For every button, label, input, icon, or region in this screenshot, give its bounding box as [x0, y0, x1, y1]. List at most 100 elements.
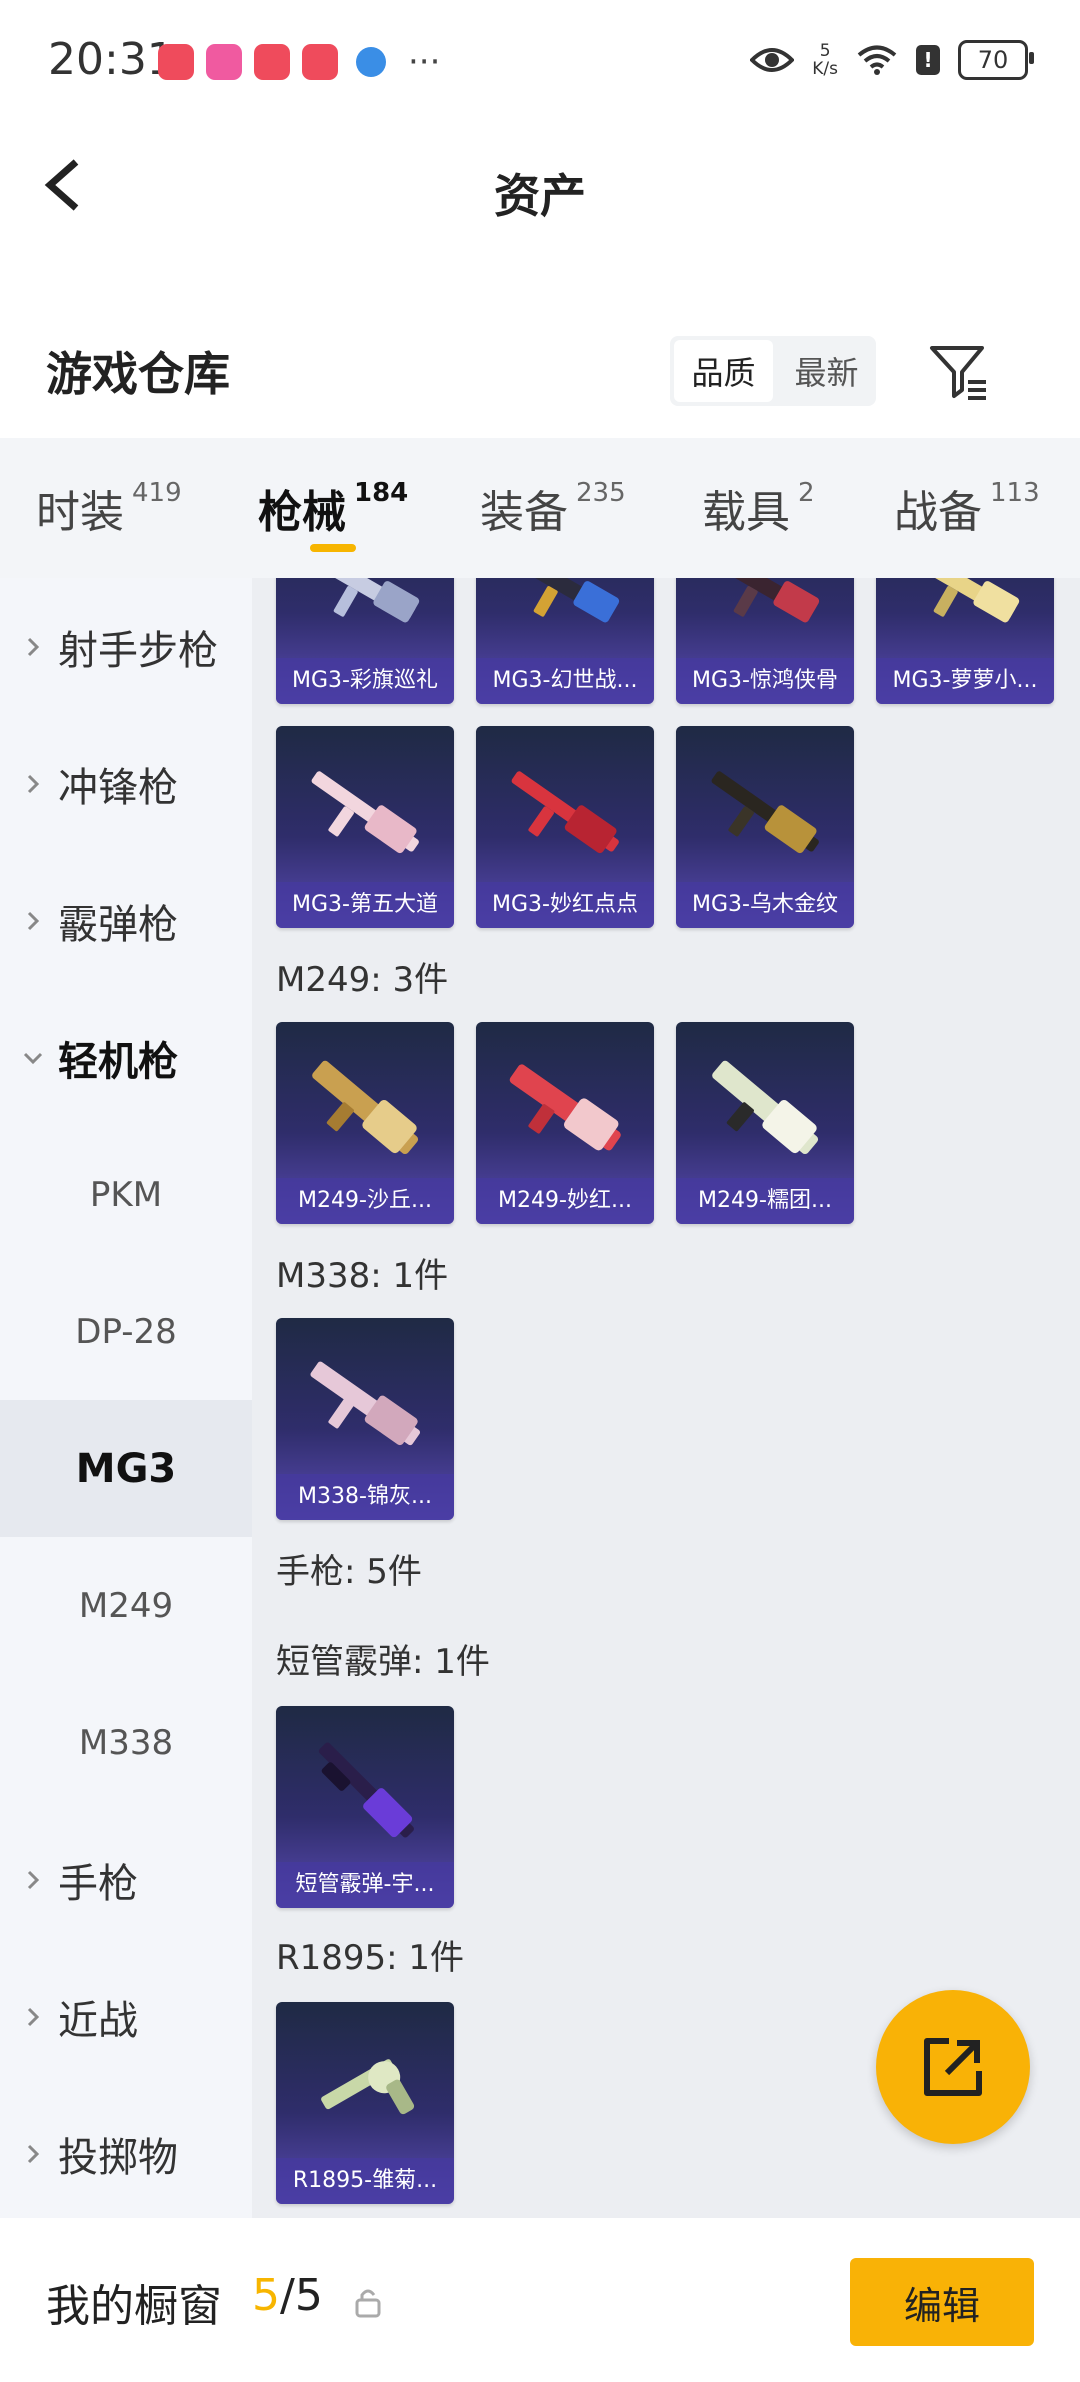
- item-caption: MG3-幻世战...: [476, 658, 654, 704]
- sidebar-item-label: 霰弹枪: [58, 901, 178, 948]
- category-tabs: 时装 419 枪械 184 装备 235 载具 2 战备 113: [0, 438, 1080, 578]
- nav-bar: 资产: [0, 120, 1080, 250]
- showcase-bar: 我的橱窗 5/5 编辑: [0, 2222, 1080, 2382]
- weapon-image: [914, 578, 1020, 623]
- group-label: M338: 1件: [276, 1256, 449, 1296]
- weapon-image: [714, 578, 820, 623]
- showcase-total: 5: [294, 2270, 323, 2321]
- weapon-image: [314, 578, 420, 623]
- sidebar-item-smg[interactable]: 冲锋枪: [0, 715, 252, 852]
- showcase-current: 5: [252, 2270, 280, 2321]
- item-caption: M249-妙红...: [476, 1178, 654, 1224]
- showcase-count: 5/5: [252, 2270, 323, 2321]
- item-card[interactable]: MG3-幻世战...: [476, 578, 654, 704]
- weapon-type-sidebar: 射手步枪 冲锋枪 霰弹枪 轻机枪 PKM DP-28 MG3 M249 M338…: [0, 578, 252, 2218]
- sidebar-sub-m338[interactable]: M338: [0, 1674, 252, 1811]
- item-card[interactable]: M249-妙红...: [476, 1022, 654, 1224]
- status-time: 20:31: [48, 34, 175, 85]
- item-caption: MG3-彩旗巡礼: [276, 658, 454, 704]
- item-caption: MG3-第五大道: [276, 882, 454, 928]
- sidebar-sub-m249[interactable]: M249: [0, 1537, 252, 1674]
- active-tab-indicator: [310, 544, 356, 552]
- sidebar-item-label: 投掷物: [58, 2134, 178, 2181]
- item-card[interactable]: M249-沙丘...: [276, 1022, 454, 1224]
- page-title: 资产: [494, 169, 586, 223]
- sidebar-item-throwable[interactable]: 投掷物: [0, 2085, 252, 2218]
- item-caption: MG3-乌木金纹: [676, 882, 854, 928]
- app-notification-icon: [254, 44, 290, 80]
- item-card[interactable]: R1895-雏菊...: [276, 2002, 454, 2204]
- tab-label: 战备: [894, 487, 982, 538]
- tab-count: 113: [990, 478, 1040, 508]
- sort-toggle: 品质 最新: [670, 336, 876, 406]
- speed-value: 5: [819, 41, 831, 61]
- speed-unit: K/s: [812, 59, 838, 79]
- item-caption: R1895-雏菊...: [276, 2158, 454, 2204]
- tab-fashion[interactable]: 时装 419: [36, 476, 182, 540]
- item-caption: MG3-萝萝小...: [876, 658, 1054, 704]
- weapon-image: [310, 1361, 421, 1446]
- wifi-icon: [857, 45, 897, 75]
- app-notification-icon: [206, 44, 242, 80]
- showcase-separator: /: [280, 2270, 295, 2321]
- tab-count: 235: [576, 478, 626, 508]
- tab-firearms[interactable]: 枪械 184: [258, 476, 408, 540]
- sidebar-item-lmg[interactable]: 轻机枪: [0, 989, 252, 1126]
- tab-label: 枪械: [258, 487, 346, 538]
- browser-notification-icon: [356, 47, 386, 77]
- weapon-image: [511, 771, 619, 854]
- share-button[interactable]: [876, 1990, 1030, 2144]
- item-grid: MG3-彩旗巡礼 MG3-幻世战... MG3-惊鸿侠骨 MG3-萝萝小... …: [252, 578, 1080, 2218]
- tab-equipment[interactable]: 装备 235: [480, 476, 626, 540]
- chevron-right-icon: [27, 2144, 40, 2163]
- tab-vehicles[interactable]: 载具 2: [702, 476, 815, 540]
- sidebar-sub-pkm[interactable]: PKM: [0, 1126, 252, 1263]
- sidebar-item-pistol[interactable]: 手枪: [0, 1811, 252, 1948]
- sidebar-sub-dp28[interactable]: DP-28: [0, 1263, 252, 1400]
- warehouse-title: 游戏仓库: [46, 347, 230, 401]
- chevron-down-icon: [23, 1052, 43, 1064]
- sidebar-item-label: 冲锋枪: [58, 764, 178, 811]
- status-indicators: 5 K/s ! 70: [750, 40, 1034, 80]
- tab-label: 载具: [702, 487, 790, 538]
- weapon-image: [318, 1742, 414, 1838]
- item-caption: M338-锦灰...: [276, 1474, 454, 1520]
- tab-label: 时装: [36, 487, 124, 538]
- tab-count: 2: [798, 478, 815, 508]
- network-speed: 5 K/s: [812, 42, 838, 78]
- item-card[interactable]: MG3-彩旗巡礼: [276, 578, 454, 704]
- sidebar-item-label: 近战: [58, 1997, 138, 2044]
- weapon-image: [311, 771, 419, 854]
- sidebar-item-label: 手枪: [58, 1860, 138, 1907]
- item-card[interactable]: M249-糯团...: [676, 1022, 854, 1224]
- item-card[interactable]: MG3-萝萝小...: [876, 578, 1054, 704]
- more-notifications-icon: ···: [408, 42, 441, 82]
- item-card[interactable]: 短管霰弹-宇...: [276, 1706, 454, 1908]
- filter-icon[interactable]: [926, 338, 992, 404]
- item-card[interactable]: MG3-惊鸿侠骨: [676, 578, 854, 704]
- battery-indicator: 70: [958, 40, 1034, 80]
- item-caption: 短管霰弹-宇...: [276, 1862, 454, 1908]
- item-card[interactable]: MG3-乌木金纹: [676, 726, 854, 928]
- weapon-image: [321, 2059, 415, 2115]
- item-card[interactable]: MG3-妙红点点: [476, 726, 654, 928]
- edit-button[interactable]: 编辑: [850, 2258, 1034, 2346]
- sort-newest-button[interactable]: 最新: [777, 336, 876, 406]
- alert-icon: !: [916, 45, 940, 75]
- item-card[interactable]: MG3-第五大道: [276, 726, 454, 928]
- item-card[interactable]: M338-锦灰...: [276, 1318, 454, 1520]
- sidebar-item-marksman-rifle[interactable]: 射手步枪: [0, 578, 252, 715]
- sidebar-item-melee[interactable]: 近战: [0, 1948, 252, 2085]
- chevron-right-icon: [27, 2007, 40, 2026]
- tab-combat-gear[interactable]: 战备 113: [894, 476, 1040, 540]
- sidebar-item-shotgun[interactable]: 霰弹枪: [0, 852, 252, 989]
- app-notification-icon: [302, 44, 338, 80]
- group-label: 短管霰弹: 1件: [276, 1642, 490, 1682]
- sort-quality-button[interactable]: 品质: [674, 340, 773, 402]
- group-label: 手枪: 5件: [276, 1552, 422, 1592]
- weapon-image: [712, 1060, 819, 1155]
- tab-count: 184: [354, 478, 409, 508]
- chevron-right-icon: [27, 637, 40, 656]
- sidebar-sub-mg3[interactable]: MG3: [0, 1400, 252, 1537]
- item-caption: M249-沙丘...: [276, 1178, 454, 1224]
